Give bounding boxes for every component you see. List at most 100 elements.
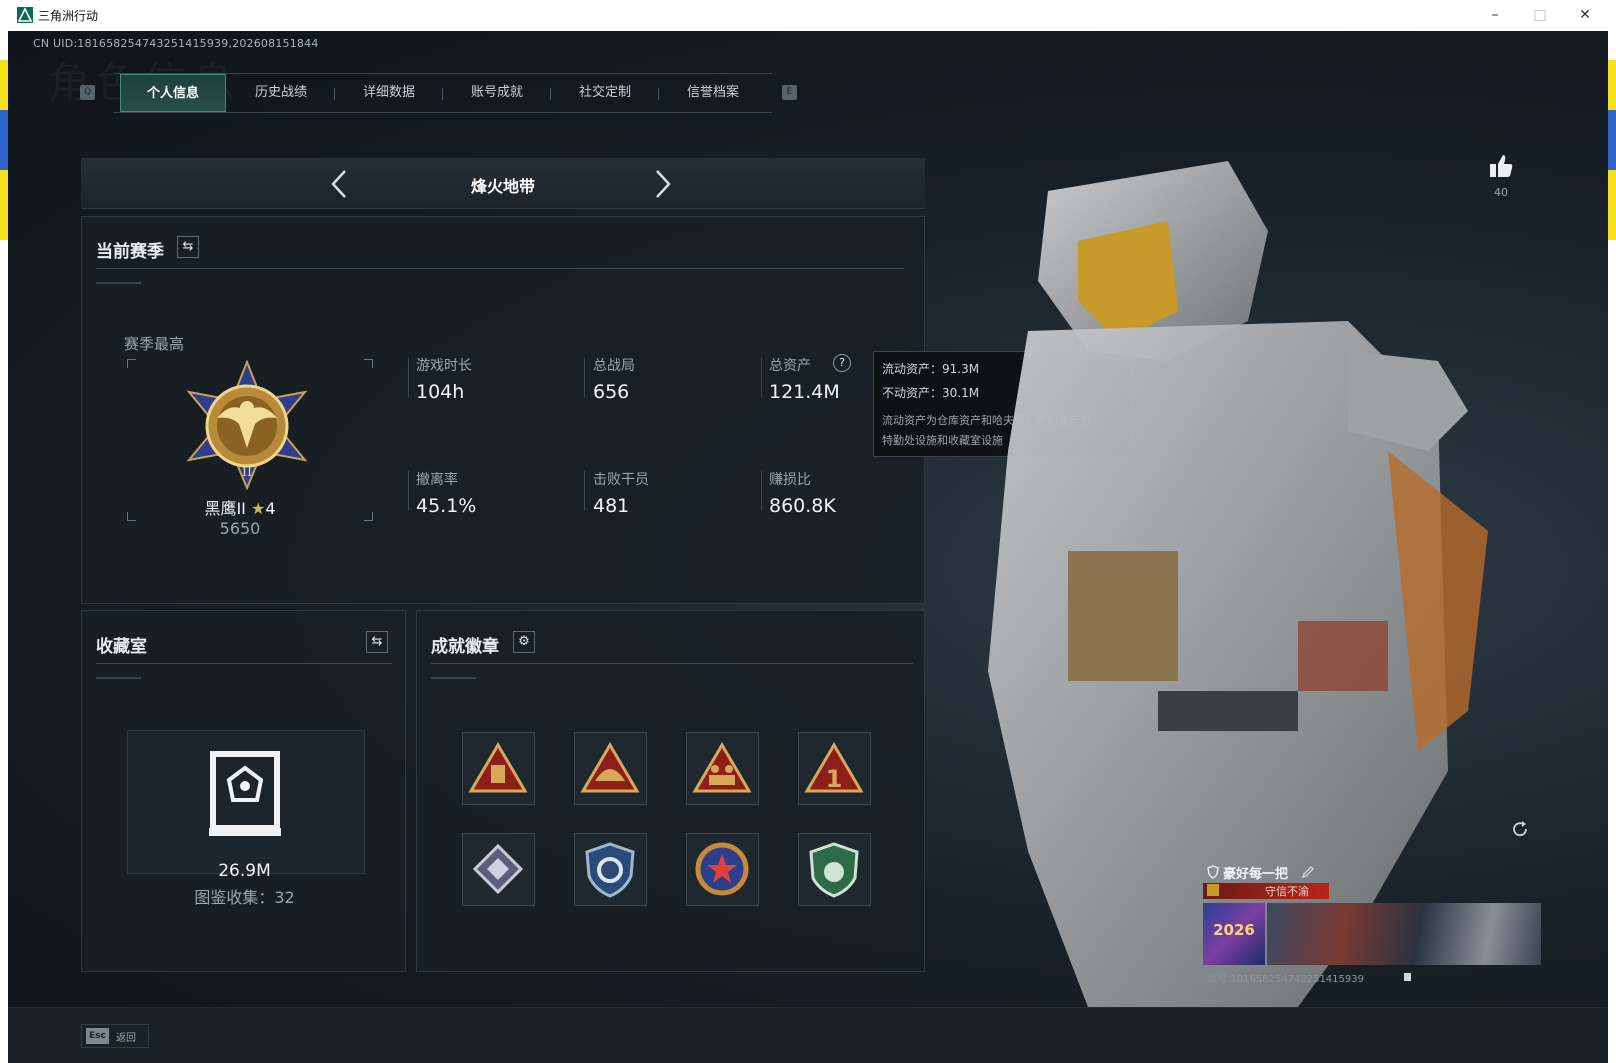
cycle-shield-badge-icon xyxy=(585,842,635,898)
frame-corner xyxy=(127,512,136,521)
desktop-strip xyxy=(0,170,8,240)
likes-count: 40 xyxy=(1494,186,1508,199)
edit-pencil-icon[interactable] xyxy=(1301,865,1315,879)
divider xyxy=(431,677,476,679)
tab-social[interactable]: 社交定制 xyxy=(552,74,658,112)
badge-slot[interactable] xyxy=(686,732,759,805)
shield-icon xyxy=(1207,865,1219,879)
gear-icon[interactable]: ⚙ xyxy=(513,631,535,653)
star-wreath-badge-icon xyxy=(695,842,749,896)
badge-slot[interactable] xyxy=(462,833,535,906)
back-label: 返回 xyxy=(116,1033,136,1044)
desktop-strip-right xyxy=(1608,60,1616,110)
uid-text: CN UID:1816582547432514159​39,2026081518… xyxy=(33,37,319,50)
divider xyxy=(584,471,585,511)
player-title: 守信不渝 xyxy=(1265,885,1309,898)
diamond-badge-icon xyxy=(472,843,524,895)
desktop-strip-right xyxy=(1608,110,1616,170)
tab-right-key[interactable]: E xyxy=(782,85,797,100)
badge-slot[interactable] xyxy=(686,833,759,906)
avatar-image: 2026 xyxy=(1203,903,1265,965)
soldiers-triangle-badge-icon xyxy=(692,742,752,793)
desktop-strip xyxy=(0,110,8,170)
divider xyxy=(761,357,762,397)
divider xyxy=(96,677,141,679)
swap-icon[interactable]: ⇆ xyxy=(177,236,199,258)
number-one-triangle-badge-icon: 1 xyxy=(804,742,864,793)
collection-panel: 收藏室 ⇆ 26.9M 图鉴收集：32 xyxy=(81,610,406,972)
avatar-banner-text: 2026 xyxy=(1213,921,1255,939)
helmet-triangle-badge-icon xyxy=(580,742,640,793)
badge-slot[interactable] xyxy=(462,732,535,805)
player-name: 豪好每一把 xyxy=(1223,867,1289,882)
display-case-icon xyxy=(209,751,281,836)
badge-slot[interactable] xyxy=(574,833,647,906)
divider xyxy=(408,357,409,397)
desktop-strip xyxy=(0,60,8,110)
stat-label-profit-ratio: 赚损比 xyxy=(769,472,811,488)
badge-slot[interactable]: 1 xyxy=(798,732,871,805)
tab-left-key[interactable]: Q xyxy=(80,85,95,100)
stat-value-matches: 656 xyxy=(593,381,630,403)
window-titlebar: 三角洲行动 – □ ✕ xyxy=(8,0,1608,31)
frame-corner xyxy=(127,359,136,368)
rank-medal-icon: II xyxy=(186,360,308,490)
warning-triangle-badge-icon xyxy=(468,742,528,793)
stat-label-kills: 击败干员 xyxy=(593,472,649,488)
collection-value: 26.9M xyxy=(218,861,271,881)
close-button[interactable]: ✕ xyxy=(1568,4,1602,26)
tooltip-liquid: 流动资产：91.3M xyxy=(882,362,980,376)
tab-separator xyxy=(658,88,659,100)
tooltip-fixed: 不动资产：30.1M xyxy=(882,386,980,400)
frame-corner xyxy=(364,512,373,521)
rank-name: 黑鹰II xyxy=(204,499,246,518)
svg-text:II: II xyxy=(242,465,252,480)
mode-selector: 烽火地带 xyxy=(81,158,925,209)
rank-stars: 4 xyxy=(265,499,276,518)
divider xyxy=(584,357,585,397)
tab-history[interactable]: 历史战绩 xyxy=(228,74,334,112)
game-client: 角色信息 CN UID:1816582547432514159​39,20260… xyxy=(8,31,1608,1063)
help-icon[interactable]: ? xyxy=(833,354,851,372)
tab-personal-info[interactable]: 个人信息 xyxy=(120,74,226,112)
tab-detailed-data[interactable]: 详细数据 xyxy=(336,74,442,112)
divider xyxy=(96,663,392,664)
divider xyxy=(761,471,762,511)
back-button[interactable]: Esc 返回 xyxy=(81,1024,149,1048)
swap-icon[interactable]: ⇆ xyxy=(366,631,388,653)
minimize-button[interactable]: – xyxy=(1478,4,1512,26)
app-logo-icon xyxy=(17,7,33,23)
thumbs-up-icon[interactable] xyxy=(1488,153,1514,179)
rank-line: 黑鹰II ★4 xyxy=(140,495,340,519)
divider xyxy=(96,268,904,269)
tab-separator xyxy=(442,88,443,100)
badge-slot[interactable] xyxy=(574,732,647,805)
refresh-icon[interactable] xyxy=(1511,820,1529,838)
tab-bar: 个人信息 历史战绩 详细数据 账号成就 社交定制 信誉档案 xyxy=(114,73,772,113)
tab-credit[interactable]: 信誉档案 xyxy=(660,74,766,112)
title-emblem-icon xyxy=(1207,884,1219,896)
tab-separator xyxy=(550,88,551,100)
desktop-strip-right xyxy=(1608,170,1616,240)
badges-panel: 成就徽章 ⚙ 1 xyxy=(416,610,925,972)
badge-slot[interactable] xyxy=(798,833,871,906)
stat-value-kills: 481 xyxy=(593,495,630,517)
tab-achievements[interactable]: 账号成就 xyxy=(444,74,550,112)
divider xyxy=(96,282,141,284)
frame-corner xyxy=(364,359,373,368)
svg-text:1: 1 xyxy=(826,765,843,793)
name-card-banner-image xyxy=(1267,903,1541,965)
chevron-right-icon[interactable] xyxy=(653,168,673,200)
stat-value-extract-rate: 45.1% xyxy=(416,495,477,517)
name-card[interactable]: 豪好每一把 守信不渝 2026 编号:1816582547432514159​3… xyxy=(1203,861,1541,989)
bottom-bar: Esc 返回 xyxy=(8,1007,1608,1063)
window-title: 三角洲行动 xyxy=(38,9,99,23)
stat-label-assets: 总资产 xyxy=(769,358,811,374)
copy-icon[interactable] xyxy=(1403,971,1413,982)
stat-value-assets: 121.4M xyxy=(769,381,840,403)
collection-title: 收藏室 xyxy=(96,637,147,657)
tab-separator xyxy=(334,88,335,100)
maximize-button[interactable]: □ xyxy=(1523,4,1557,26)
stat-value-profit-ratio: 860.8K xyxy=(769,495,836,517)
rank-score: 5650 xyxy=(219,519,261,538)
